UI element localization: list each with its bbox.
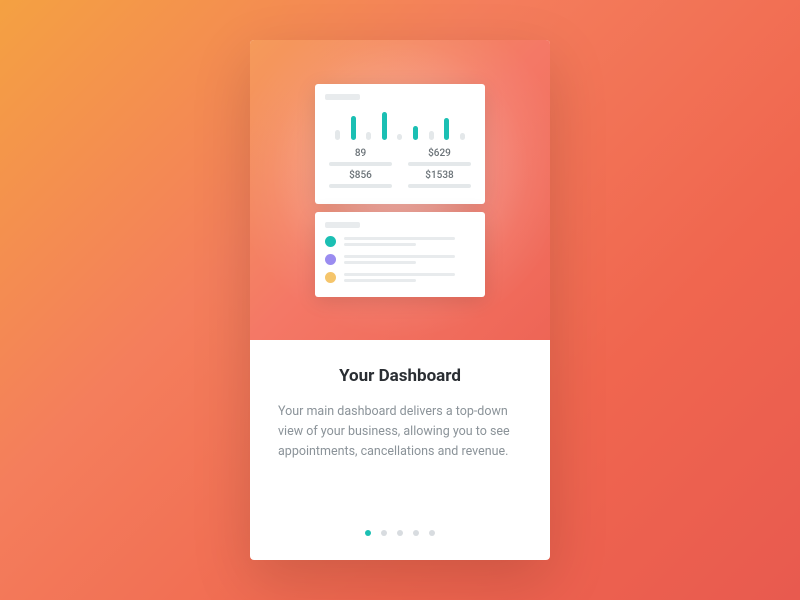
placeholder-lines	[344, 255, 475, 264]
list-item	[325, 254, 475, 265]
placeholder-bar	[408, 162, 472, 166]
chart-bar	[382, 112, 387, 140]
placeholder-bar	[329, 184, 393, 188]
onboarding-title: Your Dashboard	[278, 366, 522, 386]
color-dot-icon	[325, 254, 336, 265]
dashboard-chart-preview: 89 $629 $856 $1538	[315, 84, 485, 204]
placeholder-lines	[344, 273, 475, 282]
chart-bar	[397, 134, 402, 140]
dashboard-list-preview	[315, 212, 485, 297]
stat-cell: $629	[404, 148, 475, 166]
color-dot-icon	[325, 236, 336, 247]
onboarding-card: 89 $629 $856 $1538 Your Dashboard Your main…	[250, 40, 550, 560]
stat-cell: 89	[325, 148, 396, 166]
chart-bar	[335, 130, 340, 140]
list-item	[325, 236, 475, 247]
stat-value: $856	[349, 170, 372, 181]
placeholder-lines	[344, 237, 475, 246]
chart-bar	[366, 132, 371, 140]
placeholder-bar	[325, 94, 360, 100]
stat-value: $1538	[425, 170, 453, 181]
onboarding-description: Your main dashboard delivers a top-down …	[278, 402, 522, 530]
color-dot-icon	[325, 272, 336, 283]
stat-value: 89	[355, 148, 366, 159]
placeholder-bar	[408, 184, 472, 188]
pagination-dot[interactable]	[381, 530, 387, 536]
mini-bar-chart	[325, 108, 475, 140]
pagination-dot[interactable]	[429, 530, 435, 536]
chart-bar	[413, 126, 418, 140]
placeholder-bar	[329, 162, 393, 166]
chart-bar	[460, 133, 465, 140]
chart-bar	[444, 118, 449, 140]
illustration-area: 89 $629 $856 $1538	[250, 40, 550, 340]
stats-grid: 89 $629 $856 $1538	[325, 148, 475, 188]
pagination-dot[interactable]	[397, 530, 403, 536]
chart-bar	[351, 116, 356, 140]
pagination-dot[interactable]	[413, 530, 419, 536]
content-area: Your Dashboard Your main dashboard deliv…	[250, 340, 550, 560]
placeholder-bar	[325, 222, 360, 228]
chart-bar	[429, 131, 434, 140]
stat-value: $629	[428, 148, 451, 159]
pagination-dots[interactable]	[278, 530, 522, 540]
stat-cell: $856	[325, 170, 396, 188]
list-item	[325, 272, 475, 283]
stat-cell: $1538	[404, 170, 475, 188]
pagination-dot[interactable]	[365, 530, 371, 536]
